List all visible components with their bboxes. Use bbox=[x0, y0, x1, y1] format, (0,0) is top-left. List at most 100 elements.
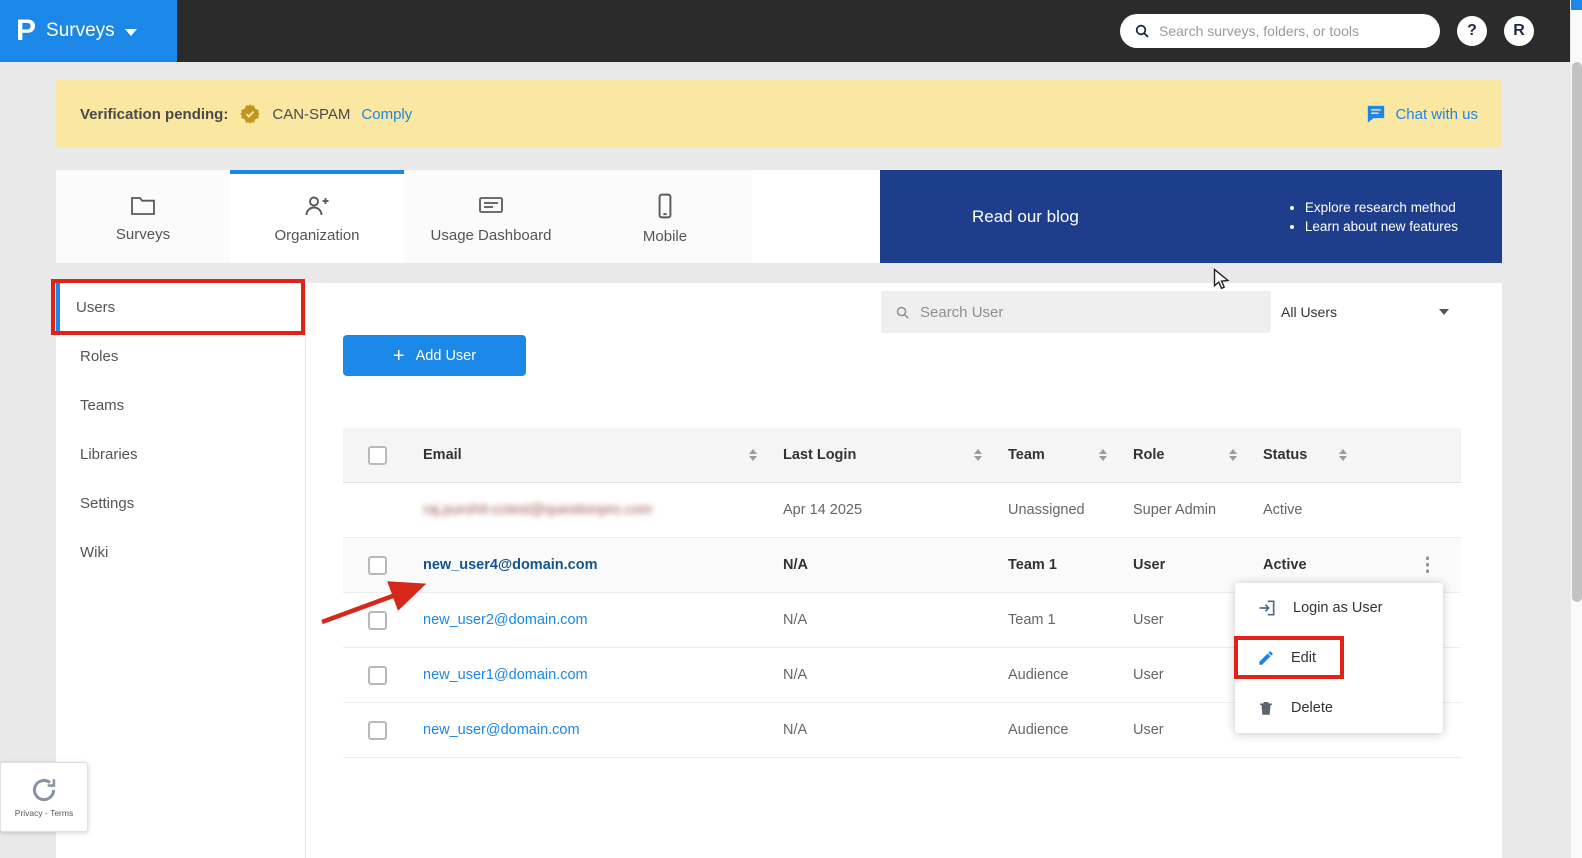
avatar-letter: R bbox=[1513, 22, 1525, 39]
sidebar-item-label: Settings bbox=[80, 495, 135, 512]
scrollbar-top-marker bbox=[1571, 0, 1582, 10]
sidebar-item-libraries[interactable]: Libraries bbox=[56, 430, 305, 479]
sidebar-item-label: Roles bbox=[80, 348, 119, 365]
tab-organization[interactable]: Organization bbox=[230, 170, 404, 263]
table-row: raj.purohit-cctest@questionpro.com Apr 1… bbox=[343, 483, 1461, 538]
team: Audience bbox=[1008, 722, 1069, 738]
user-filter-dropdown[interactable]: All Users bbox=[1281, 298, 1449, 326]
user-avatar[interactable]: R bbox=[1504, 16, 1534, 46]
column-header-last-login[interactable]: Last Login bbox=[771, 428, 996, 482]
page-scrollbar[interactable] bbox=[1570, 0, 1582, 858]
add-user-button[interactable]: Add User bbox=[343, 335, 526, 376]
last-login: N/A bbox=[783, 722, 808, 738]
sidebar-item-label: Wiki bbox=[80, 544, 109, 561]
help-button[interactable]: ? bbox=[1457, 16, 1487, 46]
user-email[interactable]: new_user4@domain.com bbox=[411, 557, 771, 573]
sort-icon[interactable] bbox=[1099, 448, 1107, 462]
menu-item-edit[interactable]: Edit bbox=[1235, 633, 1443, 683]
scrollbar-thumb[interactable] bbox=[1572, 62, 1582, 602]
sort-icon[interactable] bbox=[1339, 448, 1347, 462]
recaptcha-links[interactable]: Privacy - Terms bbox=[15, 808, 73, 818]
role: User bbox=[1133, 667, 1164, 683]
team: Audience bbox=[1008, 667, 1069, 683]
team: Team 1 bbox=[1008, 612, 1056, 628]
add-person-icon bbox=[305, 196, 329, 215]
search-icon bbox=[1135, 24, 1149, 38]
trash-icon bbox=[1260, 702, 1272, 715]
dashboard-icon bbox=[479, 196, 503, 213]
blog-bullet: Explore research method bbox=[1305, 200, 1458, 215]
chevron-down-icon bbox=[1439, 309, 1449, 315]
column-header-team[interactable]: Team bbox=[996, 428, 1121, 482]
column-header-role[interactable]: Role bbox=[1121, 428, 1251, 482]
column-label: Email bbox=[423, 447, 462, 463]
role: User bbox=[1133, 612, 1164, 628]
search-icon bbox=[896, 306, 909, 319]
row-checkbox[interactable] bbox=[367, 555, 387, 575]
mobile-icon bbox=[658, 193, 672, 218]
tab-label: Usage Dashboard bbox=[430, 226, 552, 244]
product-switcher[interactable]: P Surveys bbox=[0, 0, 177, 62]
checkbox-cell bbox=[343, 610, 411, 630]
menu-item-label: Login as User bbox=[1293, 600, 1383, 616]
sidebar-item-label: Users bbox=[76, 299, 116, 316]
tab-usage-dashboard[interactable]: Usage Dashboard bbox=[404, 170, 578, 263]
checkbox-cell bbox=[343, 665, 411, 685]
chat-with-us-button[interactable]: Chat with us bbox=[1366, 105, 1478, 123]
role: Super Admin bbox=[1133, 502, 1217, 518]
column-header-email[interactable]: Email bbox=[411, 428, 771, 482]
table-header-row: Email Last Login Team Role Status bbox=[343, 428, 1461, 483]
top-tabbar: Surveys Organization Usage Dashboard Mob… bbox=[56, 170, 1502, 263]
row-actions-kebab-icon[interactable] bbox=[1361, 554, 1461, 577]
blog-bullet: Learn about new features bbox=[1305, 219, 1458, 234]
pencil-icon bbox=[1259, 651, 1273, 665]
user-search[interactable] bbox=[881, 291, 1271, 333]
last-login: N/A bbox=[783, 557, 808, 573]
row-checkbox[interactable] bbox=[367, 665, 387, 685]
sidebar-item-label: Teams bbox=[80, 397, 125, 414]
sidebar-item-users[interactable]: Users bbox=[56, 283, 305, 332]
comply-link[interactable]: Comply bbox=[361, 106, 412, 123]
team: Unassigned bbox=[1008, 502, 1085, 518]
sort-icon[interactable] bbox=[974, 448, 982, 462]
add-user-label: Add User bbox=[415, 347, 477, 364]
user-email[interactable]: new_user1@domain.com bbox=[411, 667, 771, 683]
can-spam-label: CAN-SPAM bbox=[272, 105, 351, 123]
global-search-input[interactable] bbox=[1159, 23, 1426, 39]
sidebar-item-roles[interactable]: Roles bbox=[56, 332, 305, 381]
user-email[interactable]: new_user2@domain.com bbox=[411, 612, 771, 628]
user-search-input[interactable] bbox=[920, 303, 1257, 321]
row-context-menu: Login as User Edit Delete bbox=[1235, 583, 1443, 733]
column-header-status[interactable]: Status bbox=[1251, 428, 1361, 482]
tab-label: Surveys bbox=[115, 225, 171, 243]
menu-item-delete[interactable]: Delete bbox=[1235, 683, 1443, 733]
select-all-checkbox[interactable] bbox=[367, 445, 387, 465]
menu-item-login-as-user[interactable]: Login as User bbox=[1235, 583, 1443, 633]
user-email[interactable]: new_user@domain.com bbox=[411, 722, 771, 738]
sidebar-item-settings[interactable]: Settings bbox=[56, 479, 305, 528]
row-checkbox[interactable] bbox=[367, 610, 387, 630]
global-search[interactable] bbox=[1120, 14, 1440, 48]
blog-promo-panel[interactable]: Read our blog Explore research method Le… bbox=[880, 170, 1502, 263]
column-label: Team bbox=[1008, 447, 1045, 463]
sidebar-item-teams[interactable]: Teams bbox=[56, 381, 305, 430]
topbar-right: ? R bbox=[1120, 14, 1582, 48]
menu-item-label: Delete bbox=[1291, 700, 1333, 716]
login-as-user-icon bbox=[1259, 600, 1275, 616]
plus-icon bbox=[393, 346, 405, 366]
verification-banner: Verification pending: CAN-SPAM Comply Ch… bbox=[56, 80, 1502, 148]
header-checkbox-cell bbox=[343, 445, 411, 465]
checkbox-cell bbox=[343, 555, 411, 575]
column-label: Status bbox=[1263, 447, 1308, 463]
last-login: N/A bbox=[783, 612, 808, 628]
last-login: Apr 14 2025 bbox=[783, 502, 863, 518]
menu-item-label: Edit bbox=[1291, 650, 1316, 666]
sort-icon[interactable] bbox=[749, 448, 757, 462]
tab-mobile[interactable]: Mobile bbox=[578, 170, 752, 263]
tab-surveys[interactable]: Surveys bbox=[56, 170, 230, 263]
recaptcha-badge[interactable]: Privacy - Terms bbox=[0, 762, 88, 832]
sort-icon[interactable] bbox=[1229, 448, 1237, 462]
folder-icon bbox=[131, 196, 155, 215]
row-checkbox[interactable] bbox=[367, 720, 387, 740]
sidebar-item-wiki[interactable]: Wiki bbox=[56, 528, 305, 577]
